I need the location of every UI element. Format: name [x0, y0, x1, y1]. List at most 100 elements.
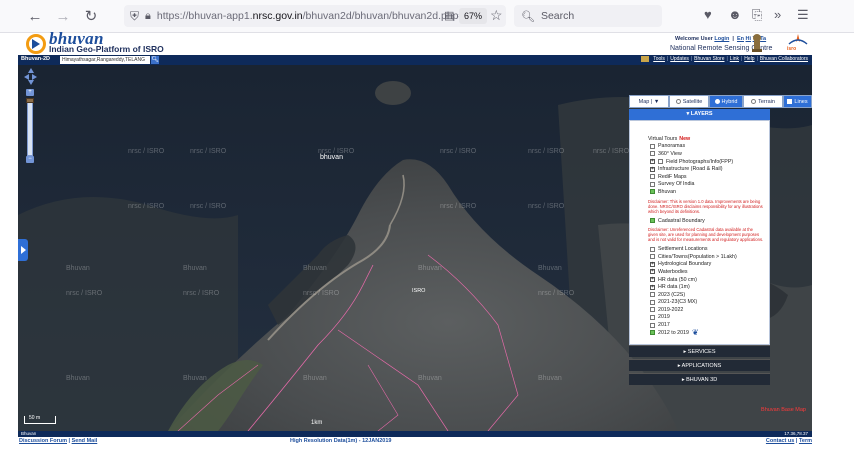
send-mail-link[interactable]: Send Mail — [72, 438, 98, 444]
layer-checkbox[interactable] — [650, 322, 655, 328]
layer-checkbox[interactable] — [650, 143, 655, 149]
contact-us-link[interactable]: Contact us — [766, 438, 794, 444]
expand-checkbox[interactable]: + — [650, 277, 655, 283]
layer-item[interactable]: + Hydrological Boundary — [650, 261, 769, 269]
extensions-icon[interactable]: ⎘ — [752, 7, 762, 23]
status-left: Bhuvan — [21, 431, 37, 436]
layer-item[interactable]: RediF Maps — [650, 173, 769, 181]
tab-services[interactable]: ▸ SERVICES — [629, 345, 770, 357]
expand-checkbox[interactable]: + — [650, 261, 655, 267]
layer-checkbox[interactable] — [650, 151, 655, 157]
shield-icon[interactable]: ⛨ — [130, 9, 139, 24]
pan-down-icon[interactable] — [28, 80, 34, 85]
layer-checkbox[interactable] — [650, 189, 655, 195]
zoom-control: + − — [24, 68, 38, 164]
layer-checkbox[interactable] — [658, 159, 663, 165]
layers-header[interactable]: ▾ LAYERS — [629, 109, 770, 120]
zoom-level-badge[interactable]: 67% — [459, 8, 488, 24]
layer-checkbox[interactable] — [650, 254, 655, 260]
layer-item[interactable]: Panoramas — [650, 143, 769, 151]
map-canvas[interactable]: nrsc / ISRO nrsc / ISRO nrsc / ISRO nrsc… — [18, 65, 812, 431]
expand-checkbox[interactable]: + — [650, 269, 655, 275]
radio-hybrid[interactable] — [714, 99, 720, 104]
zoom-slider-track[interactable] — [27, 98, 33, 156]
layer-item[interactable]: + Field Photographs/Info(FPP) — [650, 158, 769, 166]
layer-item[interactable]: 2019-2022 — [650, 306, 769, 314]
layer-info-icon[interactable]: ❦ — [692, 328, 699, 337]
back-icon[interactable]: ← — [24, 5, 46, 27]
search-bar[interactable]: 🔍︎ Search — [514, 5, 662, 27]
layer-item[interactable]: 360° View — [650, 150, 769, 158]
layer-item[interactable]: Bhuvan — [650, 188, 769, 196]
pan-up-icon[interactable] — [28, 68, 34, 73]
nav-link-bhuvan-collaborators[interactable]: Bhuvan Collaborators — [760, 56, 808, 62]
overflow-chevron-icon[interactable]: » — [774, 7, 781, 22]
nav-link-tools[interactable]: Tools — [653, 56, 665, 62]
pocket-icon[interactable]: ♥ — [704, 7, 712, 22]
layer-item[interactable]: 2012 to 2019 ❦ — [650, 328, 769, 337]
zoom-in-button[interactable]: + — [26, 89, 34, 96]
expand-checkbox[interactable]: + — [650, 284, 655, 290]
nav-link-bhuvan-store[interactable]: Bhuvan Store — [694, 56, 724, 62]
layer-checkbox[interactable] — [650, 174, 655, 180]
layer-checkbox[interactable] — [650, 330, 655, 336]
location-search-button[interactable]: 🔍︎ — [151, 56, 159, 64]
location-search-input[interactable] — [60, 56, 150, 64]
layer-checkbox[interactable] — [650, 307, 655, 313]
layer-label: 2019-2022 — [658, 306, 684, 313]
tab-hybrid[interactable]: Hybrid — [709, 95, 743, 108]
zoom-slider-handle[interactable] — [26, 98, 34, 103]
tools-icon[interactable] — [641, 56, 650, 62]
lock-icon[interactable]: 🔒︎ — [145, 10, 151, 23]
layer-checkbox[interactable] — [650, 181, 655, 187]
terms-link[interactable]: Term — [799, 438, 812, 444]
tab-satellite[interactable]: Satellite — [669, 95, 709, 108]
tab-applications[interactable]: ▸ APPLICATIONS — [629, 359, 770, 371]
layer-item[interactable]: 2017 — [650, 321, 769, 329]
layer-item[interactable]: 2019 — [650, 314, 769, 322]
layer-item[interactable]: + HR data (1m) — [650, 283, 769, 291]
expand-checkbox[interactable]: + — [650, 159, 655, 165]
login-link[interactable]: Login — [714, 36, 729, 42]
side-panel-toggle[interactable] — [18, 239, 28, 261]
menu-icon[interactable]: ☰ — [797, 7, 809, 23]
expand-checkbox[interactable]: + — [650, 166, 655, 172]
forward-icon[interactable]: → — [52, 5, 74, 27]
layer-item[interactable]: Cities/Towns(Population > 1Lakh) — [650, 253, 769, 261]
layer-item[interactable]: 2023 (C2S) — [650, 291, 769, 299]
bookmark-star-icon[interactable]: ☆ — [490, 7, 503, 24]
layer-item[interactable]: + Infrastructure (Road & Rail) — [650, 165, 769, 173]
discussion-forum-link[interactable]: Discussion Forum — [19, 438, 67, 444]
layer-checkbox[interactable] — [650, 314, 655, 320]
app-title: Bhuvan-2D — [21, 56, 51, 62]
layer-checkbox[interactable] — [650, 246, 655, 252]
nav-link-help[interactable]: Help — [744, 56, 754, 62]
layer-item[interactable]: Survey Of India — [650, 181, 769, 189]
reader-view-icon[interactable]: ▤ — [444, 9, 454, 22]
bhuvan-logo-icon[interactable] — [26, 34, 46, 54]
account-icon[interactable]: ☻ — [728, 7, 742, 22]
map-watermark: Bhuvan — [538, 375, 562, 382]
tab-lines[interactable]: Lines — [783, 95, 812, 108]
layer-item[interactable]: Cadastral Boundary — [650, 217, 769, 225]
layer-checkbox[interactable] — [650, 218, 655, 224]
tab-bhuvan-3d[interactable]: ▸ BHUVAN 3D — [629, 373, 770, 385]
layer-item[interactable]: 2021-23(C3 MX) — [650, 299, 769, 307]
layer-checkbox[interactable] — [650, 299, 655, 305]
checkbox-lines[interactable] — [787, 99, 793, 104]
tab-terrain[interactable]: Terrain — [743, 95, 783, 108]
url-text[interactable]: https://bhuvan-app1.nrsc.gov.in/bhuvan2d… — [157, 10, 464, 22]
tab-map[interactable]: Map | ▼ — [629, 95, 669, 108]
radio-satellite[interactable] — [675, 99, 681, 104]
radio-terrain[interactable] — [751, 99, 757, 104]
layer-item[interactable]: + Waterbodies — [650, 268, 769, 276]
layer-checkbox[interactable] — [650, 292, 655, 298]
nav-link-link[interactable]: Link — [730, 56, 739, 62]
layer-item[interactable]: + HR data (50 cm) — [650, 276, 769, 284]
imagery-date-text: High Resolution Data(1m) - 12JAN2019 — [290, 438, 392, 444]
nav-link-updates[interactable]: Updates — [670, 56, 689, 62]
zoom-out-button[interactable]: − — [26, 156, 34, 163]
reload-icon[interactable]: ↻ — [80, 5, 102, 27]
layer-item[interactable]: Settlement Locations — [650, 245, 769, 253]
lang-en-link[interactable]: En — [737, 36, 744, 42]
